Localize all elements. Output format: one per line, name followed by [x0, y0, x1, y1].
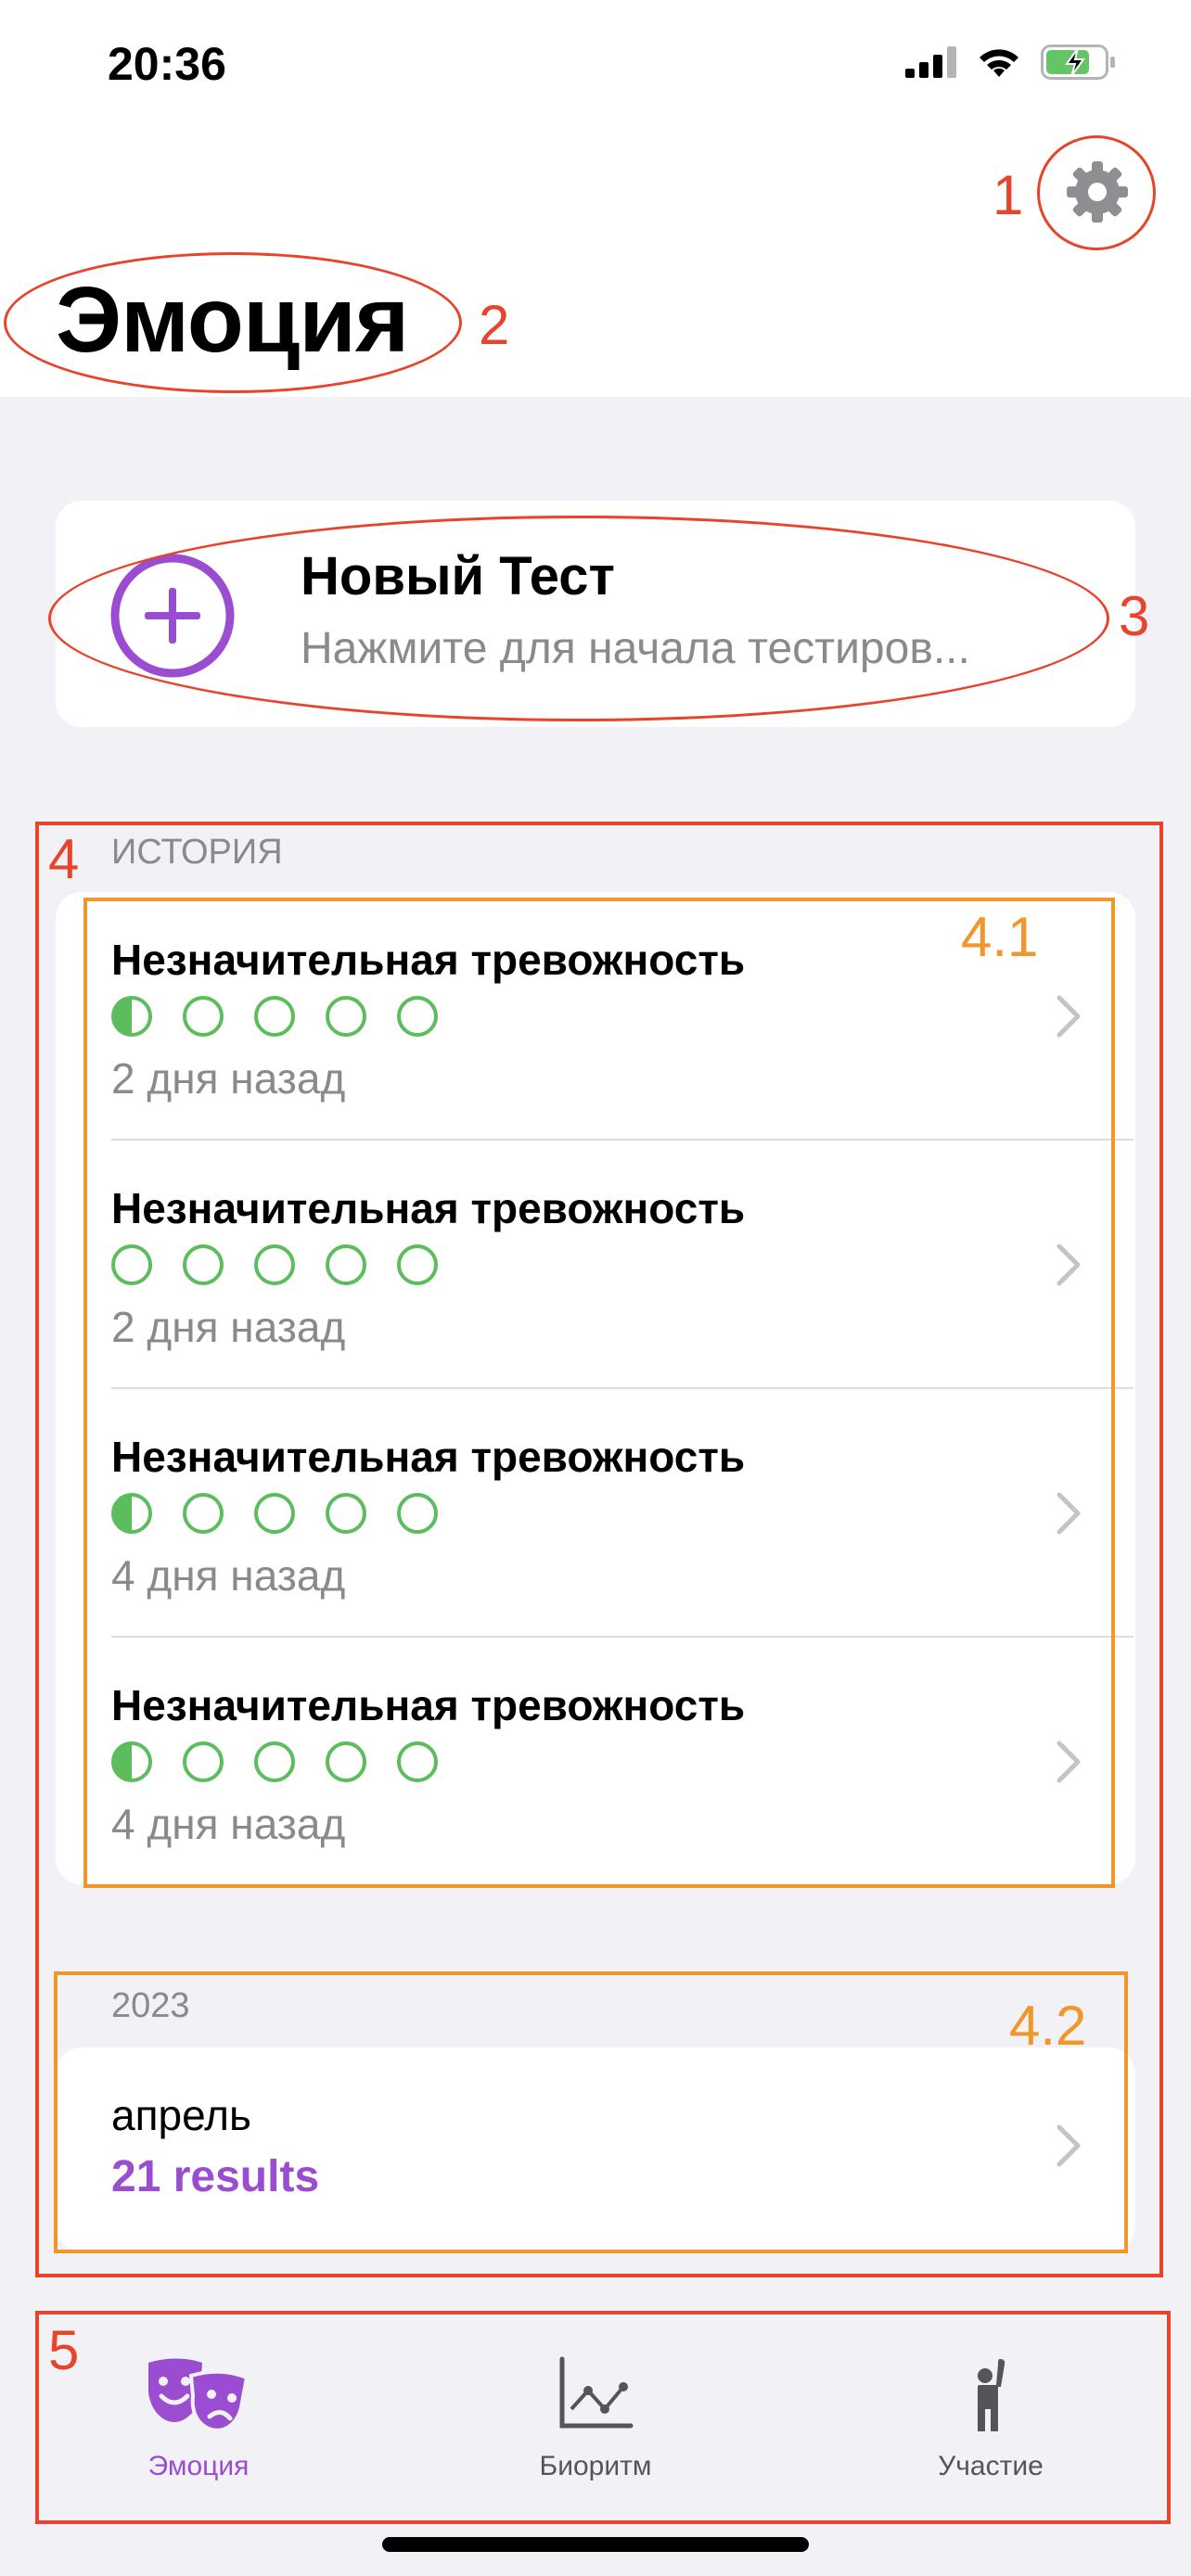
- annotation-label-5: 5: [48, 2319, 80, 2381]
- annotation-label-4-2: 4.2: [1009, 1995, 1087, 2057]
- cellular-signal-icon: [905, 46, 956, 78]
- history-section-label: ИСТОРИЯ: [111, 833, 283, 872]
- annotation-label-4: 4: [48, 828, 80, 890]
- status-time: 20:36: [108, 38, 226, 90]
- annotation-ring-1: [1037, 135, 1156, 250]
- annotation-box-5: [35, 2311, 1171, 2524]
- annotation-ring-3: [48, 516, 1109, 721]
- annotation-label-4-1: 4.1: [961, 906, 1039, 968]
- battery-charging-icon: [1041, 45, 1115, 80]
- annotation-ring-2: [4, 252, 462, 393]
- home-indicator[interactable]: [382, 2537, 809, 2552]
- status-icons: [905, 45, 1117, 80]
- wifi-icon: [980, 49, 1018, 77]
- annotation-label-1: 1: [992, 164, 1024, 226]
- annotation-label-2: 2: [479, 294, 510, 356]
- annotation-box-4-2: [54, 1971, 1128, 2253]
- annotation-box-4-1: [83, 898, 1115, 1888]
- annotation-label-3: 3: [1119, 585, 1150, 647]
